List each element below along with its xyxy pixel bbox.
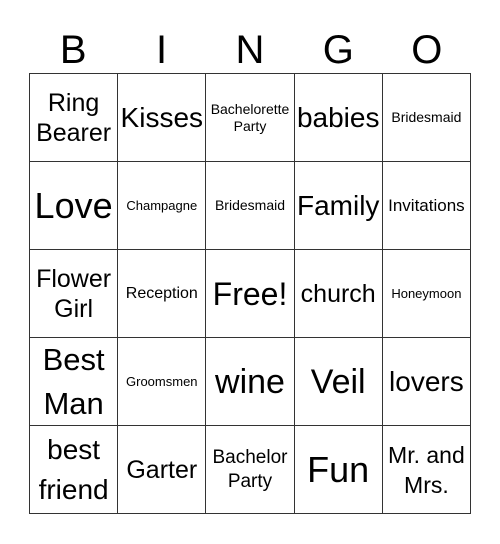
cell-text: Mr. and Mrs.	[388, 441, 465, 498]
bingo-cell[interactable]: Fun	[294, 426, 383, 514]
header-letter-o: O	[411, 28, 443, 72]
cell-text: Garter	[126, 455, 198, 484]
cell-text: lovers	[389, 365, 464, 397]
cell-text: Love	[34, 184, 113, 226]
bingo-header: B I N G O	[29, 27, 471, 73]
bingo-cell[interactable]: best friend	[30, 426, 119, 514]
bingo-cell[interactable]: wine	[206, 338, 295, 426]
cell-text: Bridesmaid	[214, 197, 285, 213]
header-letter-g: G	[322, 28, 354, 72]
bingo-cell[interactable]: Bachelor Party	[206, 426, 295, 514]
cell-text: best friend	[38, 433, 109, 505]
header-letter-i: I	[156, 28, 168, 72]
bingo-cell[interactable]: Groomsmen	[118, 338, 207, 426]
cell-text: Reception	[125, 284, 198, 302]
cell-text: Best Man	[42, 341, 105, 421]
bingo-cell[interactable]: Ring Bearer	[30, 74, 119, 162]
bingo-cell[interactable]: Mr. and Mrs.	[382, 426, 471, 514]
bingo-cell[interactable]: Kisses	[118, 74, 207, 162]
bingo-cell[interactable]: Bridesmaid	[382, 74, 471, 162]
bingo-card: Ring Bearer Kisses Bachelorette Party ba…	[29, 73, 471, 514]
bingo-cell[interactable]: lovers	[382, 338, 471, 426]
bingo-cell[interactable]: Honeymoon	[382, 250, 471, 338]
cell-text: Flower Girl	[36, 264, 112, 323]
bingo-cell[interactable]: Bridesmaid	[206, 162, 295, 250]
cell-text: Invitations	[388, 195, 465, 215]
header-letter-b: B	[59, 28, 87, 72]
bingo-cell[interactable]: church	[294, 250, 383, 338]
bingo-cell[interactable]: Champagne	[118, 162, 207, 250]
bingo-cell[interactable]: babies	[294, 74, 383, 162]
bingo-cell[interactable]: Flower Girl	[30, 250, 119, 338]
bingo-cell[interactable]: Best Man	[30, 338, 119, 426]
cell-text: wine	[215, 362, 285, 401]
cell-text: church	[300, 279, 376, 308]
cell-text: Honeymoon	[391, 285, 462, 301]
cell-text: Ring Bearer	[36, 88, 112, 147]
cell-text: Free!	[212, 275, 288, 312]
header-letter-n: N	[235, 28, 265, 72]
cell-text: Bachelorette Party	[210, 100, 290, 134]
cell-text: Bachelor Party	[212, 446, 288, 492]
cell-text: babies	[296, 101, 380, 133]
bingo-cell[interactable]: Garter	[118, 426, 207, 514]
bingo-cell[interactable]: Free!	[206, 250, 295, 338]
bingo-cell[interactable]: Love	[30, 162, 119, 250]
bingo-cell[interactable]: Invitations	[382, 162, 471, 250]
cell-text: Kisses	[120, 101, 204, 133]
cell-text: Fun	[307, 448, 370, 490]
cell-text: Veil	[310, 362, 366, 401]
bingo-cell[interactable]: Family	[294, 162, 383, 250]
cell-text: Bridesmaid	[391, 109, 462, 125]
bingo-cell[interactable]: Veil	[294, 338, 383, 426]
bingo-cell[interactable]: Bachelorette Party	[206, 74, 295, 162]
cell-text: Groomsmen	[126, 373, 198, 389]
bingo-cell[interactable]: Reception	[118, 250, 207, 338]
cell-text: Family	[296, 189, 380, 221]
cell-text: Champagne	[126, 197, 198, 213]
